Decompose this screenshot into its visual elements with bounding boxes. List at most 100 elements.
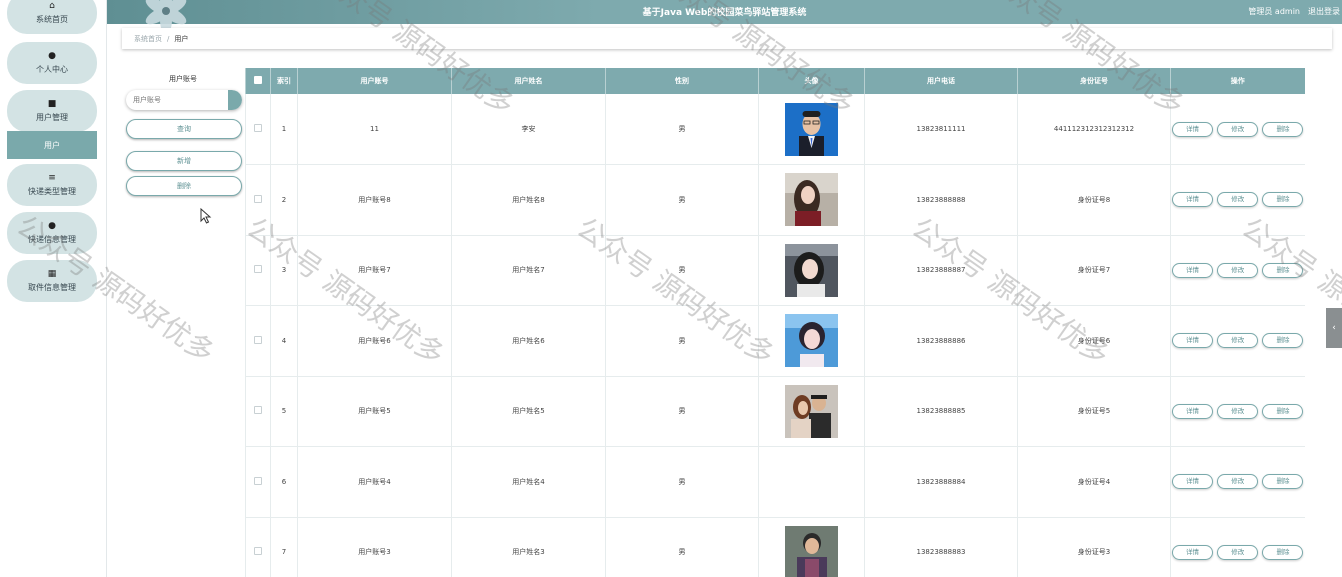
delete-button[interactable]: 删除 (1262, 474, 1304, 490)
sidebar-item-label: 快递类型管理 (28, 187, 76, 196)
detail-button[interactable]: 详情 (1172, 403, 1214, 419)
detail-button[interactable]: 详情 (1172, 262, 1214, 278)
sidebar-item-courier-type[interactable]: ≡ 快递类型管理 (7, 164, 97, 206)
cell-index: 1 (270, 94, 298, 165)
row-checkbox-cell (245, 235, 271, 306)
cell-account: 11 (297, 94, 452, 165)
detail-button[interactable]: 详情 (1172, 192, 1214, 208)
cell-id-number: 441112312312312312 (1017, 94, 1171, 165)
avatar (785, 525, 838, 577)
edit-button[interactable]: 修改 (1217, 333, 1259, 349)
cell-name: 用户姓名5 (451, 376, 606, 447)
cell-phone: 13823888883 (864, 517, 1018, 577)
cell-index: 7 (270, 517, 298, 577)
avatar (785, 173, 838, 227)
delete-button[interactable]: 删除 (1262, 403, 1304, 419)
breadcrumb: 系统首页 / 用户 (122, 28, 1332, 49)
edit-button[interactable]: 修改 (1217, 474, 1259, 490)
search-input-wrapper (126, 90, 242, 110)
edit-button[interactable]: 修改 (1217, 544, 1259, 560)
edit-button[interactable]: 修改 (1217, 121, 1259, 137)
cell-phone: 13823888885 (864, 376, 1018, 447)
select-all-checkbox[interactable] (254, 76, 262, 84)
row-checkbox[interactable] (254, 406, 262, 415)
cell-name: 用户姓名6 (451, 305, 606, 377)
add-button[interactable]: 新增 (126, 151, 242, 171)
pin-icon: ● (48, 221, 56, 231)
side-collapse-tab[interactable]: ‹ (1326, 308, 1342, 348)
cell-gender: 男 (605, 235, 759, 306)
cell-actions: 详情 修改 删除 (1170, 94, 1305, 165)
cell-index: 6 (270, 446, 298, 518)
edit-button[interactable]: 修改 (1217, 403, 1259, 419)
cell-avatar (758, 376, 865, 447)
row-checkbox-cell (245, 305, 271, 377)
detail-button[interactable]: 详情 (1172, 474, 1214, 490)
table-row: 1 11 李安 男 13823811111 441112312312312312… (245, 94, 1305, 165)
sidebar-item-courier-info[interactable]: ● 快递信息管理 (7, 212, 97, 254)
cell-index: 4 (270, 305, 298, 377)
home-icon: ⌂ (49, 1, 55, 11)
column-header: 用户姓名 (451, 68, 606, 94)
cell-phone: 13823888887 (864, 235, 1018, 306)
delete-button[interactable]: 删除 (1262, 262, 1304, 278)
row-checkbox[interactable] (254, 265, 262, 274)
cell-avatar (758, 164, 865, 236)
cell-name: 用户姓名8 (451, 164, 606, 236)
person-icon: ● (48, 51, 56, 61)
detail-button[interactable]: 详情 (1172, 333, 1214, 349)
query-button[interactable]: 查询 (126, 119, 242, 139)
row-checkbox-cell (245, 376, 271, 447)
row-checkbox[interactable] (254, 547, 262, 556)
batch-delete-button[interactable]: 删除 (126, 176, 242, 196)
avatar (785, 102, 838, 156)
cell-id-number: 身份证号5 (1017, 376, 1171, 447)
sidebar-item-home[interactable]: ⌂ 系统首页 (7, 0, 97, 34)
cell-index: 2 (270, 164, 298, 236)
edit-button[interactable]: 修改 (1217, 262, 1259, 278)
delete-button[interactable]: 删除 (1262, 333, 1304, 349)
delete-button[interactable]: 删除 (1262, 192, 1304, 208)
cell-name: 用户姓名3 (451, 517, 606, 577)
table-row: 5 用户账号5 用户姓名5 男 13823888885 身份证号5 详情 修改 … (245, 376, 1305, 447)
sidebar-item-label: 取件信息管理 (28, 283, 76, 292)
grid-icon: ▦ (47, 269, 57, 279)
current-user: 管理员 admin (1248, 7, 1300, 16)
sidebar-item-user-management[interactable]: ■ 用户管理 (7, 90, 97, 132)
cell-name: 用户姓名4 (451, 446, 606, 518)
breadcrumb-current: 用户 (174, 34, 189, 43)
detail-button[interactable]: 详情 (1172, 121, 1214, 137)
cell-actions: 详情 修改 删除 (1170, 376, 1305, 447)
top-header: 基于Java Web的校园菜鸟驿站管理系统 管理员 admin 退出登录 (107, 0, 1342, 30)
avatar (785, 243, 838, 297)
table-row: 2 用户账号8 用户姓名8 男 13823888888 身份证号8 详情 修改 … (245, 164, 1305, 236)
app-title: 基于Java Web的校园菜鸟驿站管理系统 (642, 8, 807, 18)
breadcrumb-home[interactable]: 系统首页 (134, 34, 162, 44)
detail-button[interactable]: 详情 (1172, 544, 1214, 560)
row-checkbox[interactable] (254, 476, 262, 485)
row-checkbox[interactable] (254, 124, 262, 132)
briefcase-icon: ■ (47, 99, 57, 109)
sidebar-item-profile[interactable]: ● 个人中心 (7, 42, 97, 84)
column-header: 索引 (270, 68, 298, 94)
row-checkbox[interactable] (254, 335, 262, 344)
cell-account: 用户账号8 (297, 164, 452, 236)
delete-button[interactable]: 删除 (1262, 544, 1304, 560)
row-checkbox[interactable] (254, 194, 262, 203)
cell-gender: 男 (605, 446, 759, 518)
cell-gender: 男 (605, 305, 759, 377)
sidebar: ⌂ 系统首页 ● 个人中心 ■ 用户管理 用户 ≡ 快递类型管理 ● 快递信息管… (0, 0, 107, 577)
column-header: 用户账号 (297, 68, 452, 94)
cell-actions: 详情 修改 删除 (1170, 164, 1305, 236)
sidebar-subitem-user[interactable]: 用户 (7, 131, 97, 159)
delete-button[interactable]: 删除 (1262, 121, 1304, 137)
logout-link[interactable]: 退出登录 (1308, 6, 1340, 17)
cell-avatar (758, 305, 865, 377)
row-checkbox-cell (245, 164, 271, 236)
cell-account: 用户账号3 (297, 517, 452, 577)
sidebar-item-pickup-info[interactable]: ▦ 取件信息管理 (7, 260, 97, 302)
edit-button[interactable]: 修改 (1217, 192, 1259, 208)
column-header: 身份证号 (1017, 68, 1171, 94)
cell-actions: 详情 修改 删除 (1170, 235, 1305, 306)
search-input[interactable] (126, 90, 226, 110)
